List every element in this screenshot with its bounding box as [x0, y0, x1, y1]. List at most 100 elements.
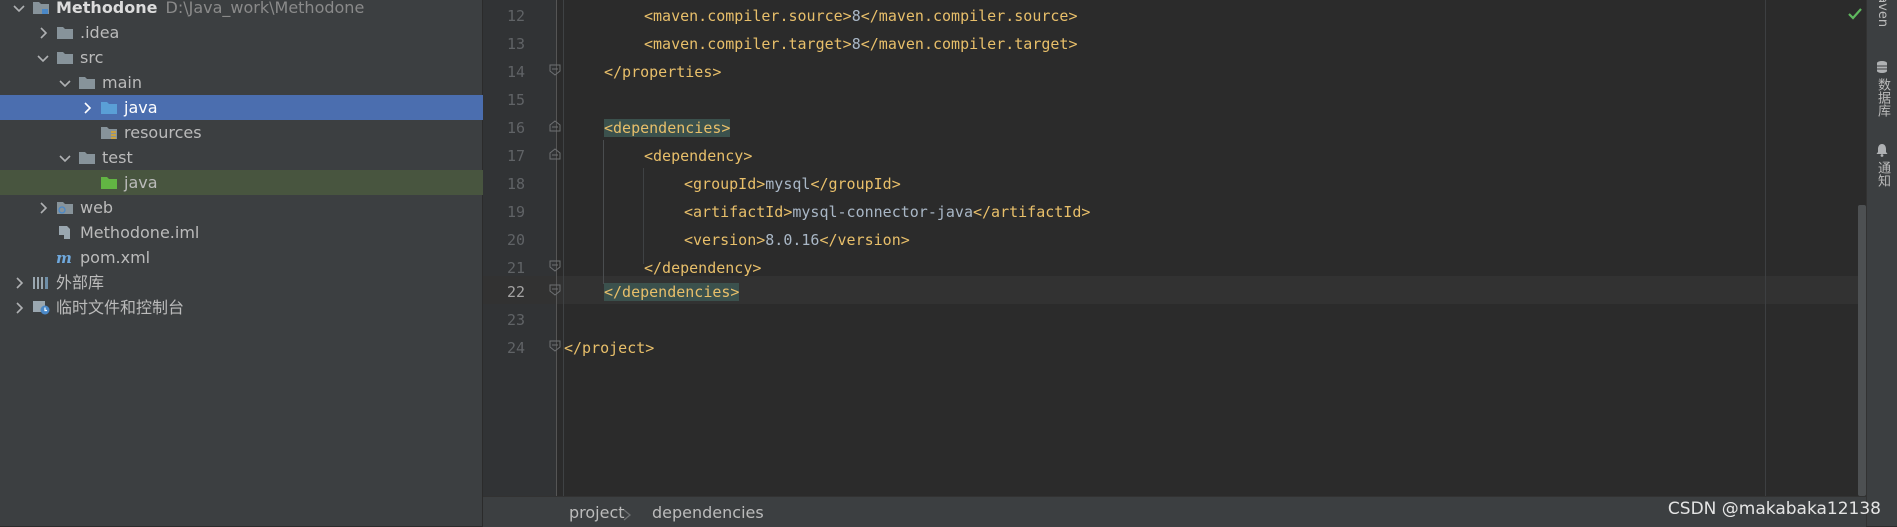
line-number: 16 — [506, 119, 525, 137]
tree-item-src[interactable]: src — [0, 45, 518, 70]
indent-guide — [603, 140, 604, 284]
tree-item-label: resources — [124, 123, 202, 142]
code-line[interactable]: </properties> — [604, 58, 721, 86]
xml-close-tag: </artifactId> — [973, 203, 1091, 221]
tree-item-label: Methodone.iml — [80, 223, 200, 242]
xml-open-tag: <version> — [684, 231, 766, 249]
fold-end-icon[interactable] — [549, 340, 561, 352]
web-folder-icon — [56, 200, 74, 215]
xml-close-tag: </project> — [564, 339, 655, 357]
svg-text:m: m — [56, 250, 72, 265]
line-number: 18 — [506, 175, 525, 193]
xml-open-tag-matched: <dependencies> — [604, 119, 731, 137]
xml-close-tag: </maven.compiler.target> — [860, 35, 1078, 53]
chevron-right-icon[interactable] — [36, 201, 50, 215]
chevron-right-icon[interactable] — [80, 101, 94, 115]
tree-item-label: pom.xml — [80, 248, 151, 267]
tree-item-main[interactable]: main — [0, 70, 540, 95]
chevron-right-icon[interactable] — [12, 301, 26, 315]
xml-open-tag: <artifactId> — [684, 203, 793, 221]
library-icon — [32, 275, 50, 290]
notifications-tool-tab[interactable]: 通知 — [1867, 143, 1897, 187]
source-folder-icon — [100, 100, 118, 115]
line-number: 12 — [506, 7, 525, 25]
watermark: CSDN @makabaka12138 — [1667, 499, 1881, 519]
maven-tab-label: Maven — [1875, 0, 1890, 28]
tree-item-scratches[interactable]: 临时文件和控制台 — [0, 295, 494, 320]
chevron-down-icon[interactable] — [12, 1, 26, 15]
line-number: 23 — [506, 311, 525, 329]
tree-item-label: test — [102, 148, 133, 167]
line-number: 20 — [506, 231, 525, 249]
xml-text: 8 — [851, 7, 861, 25]
tree-item-test[interactable]: test — [0, 145, 540, 170]
xml-close-tag: </version> — [819, 231, 910, 249]
project-tree: Methodone D:\Java_work\Methodone .idea s… — [0, 0, 582, 526]
xml-text: mysql-connector-java — [792, 203, 973, 221]
fold-end-icon[interactable] — [549, 260, 561, 272]
chevron-down-icon[interactable] — [58, 76, 72, 90]
tree-item-label: .idea — [80, 23, 120, 42]
xml-open-tag: <dependency> — [644, 147, 753, 165]
xml-open-tag: <groupId> — [684, 175, 766, 193]
tree-item-label: java — [124, 173, 158, 192]
database-tool-tab[interactable]: 数据库 — [1867, 60, 1897, 117]
xml-text: mysql — [765, 175, 811, 193]
chevron-right-icon[interactable] — [12, 276, 26, 290]
project-path-hint: D:\Java_work\Methodone — [165, 0, 365, 17]
chevron-down-icon[interactable] — [58, 151, 72, 165]
fold-start-icon[interactable] — [549, 120, 561, 132]
line-number: 24 — [506, 339, 525, 357]
line-number: 19 — [506, 203, 525, 221]
breadcrumb-separator-icon — [622, 506, 632, 521]
code-line[interactable]: <groupId>mysql</groupId> — [684, 170, 901, 198]
tree-item-pom[interactable]: m pom.xml — [0, 245, 538, 270]
tree-item-web[interactable]: web — [0, 195, 518, 220]
folder-icon — [56, 50, 74, 65]
tree-item-label: 临时文件和控制台 — [56, 298, 185, 317]
breadcrumb-item-project[interactable]: project — [569, 503, 625, 522]
code-line[interactable]: </project> — [564, 334, 654, 362]
line-number: 14 — [506, 63, 525, 81]
tree-item-label: Methodone — [56, 0, 158, 17]
code-line[interactable]: <maven.compiler.target>8</maven.compiler… — [644, 30, 1078, 58]
tree-item-idea[interactable]: .idea — [0, 20, 518, 45]
tree-item-external-libraries[interactable]: 外部库 — [0, 270, 494, 295]
xml-open-tag: <maven.compiler.source> — [644, 7, 852, 25]
xml-text: 8 — [851, 35, 861, 53]
folder-icon — [56, 25, 74, 40]
database-icon — [1876, 60, 1890, 74]
fold-start-icon[interactable] — [549, 148, 561, 160]
line-number: 22 — [506, 283, 525, 301]
breadcrumb: project dependencies — [483, 496, 1866, 527]
code-line[interactable]: <artifactId>mysql-connector-java</artifa… — [684, 198, 1090, 226]
xml-close-tag: </groupId> — [810, 175, 901, 193]
breadcrumb-item-dependencies[interactable]: dependencies — [652, 503, 764, 522]
right-margin-guide — [1765, 0, 1766, 496]
notifications-tab-label: 通知 — [1875, 161, 1890, 187]
code-line[interactable]: <maven.compiler.source>8</maven.compiler… — [644, 2, 1078, 30]
bell-icon — [1876, 143, 1890, 157]
code-line[interactable]: </dependencies> — [604, 278, 740, 306]
editor-scrollbar[interactable] — [1858, 205, 1866, 496]
xml-close-tag: </maven.compiler.source> — [860, 7, 1078, 25]
code-line[interactable]: <dependencies> — [604, 114, 731, 142]
code-line[interactable]: <version>8.0.16</version> — [684, 226, 910, 254]
tree-item-iml[interactable]: Methodone.iml — [0, 220, 538, 245]
tree-item-main-java[interactable]: java — [0, 95, 562, 120]
code-line[interactable]: <dependency> — [644, 142, 752, 170]
chevron-right-icon[interactable] — [36, 26, 50, 40]
inspection-ok-icon[interactable] — [1847, 6, 1863, 22]
scratches-icon — [32, 300, 50, 315]
tree-item-project-root[interactable]: Methodone D:\Java_work\Methodone — [0, 0, 494, 20]
folder-icon — [78, 75, 96, 90]
xml-close-tag-matched: </dependencies> — [604, 283, 740, 301]
maven-tool-tab[interactable]: Maven — [1867, 0, 1897, 40]
fold-end-icon[interactable] — [549, 284, 561, 296]
tree-item-label: src — [80, 48, 104, 67]
line-number: 17 — [506, 147, 525, 165]
chevron-down-icon[interactable] — [36, 51, 50, 65]
fold-end-icon[interactable] — [549, 64, 561, 76]
right-tool-strip: Maven 数据库 通知 — [1866, 0, 1897, 526]
indent-guide — [563, 0, 564, 496]
